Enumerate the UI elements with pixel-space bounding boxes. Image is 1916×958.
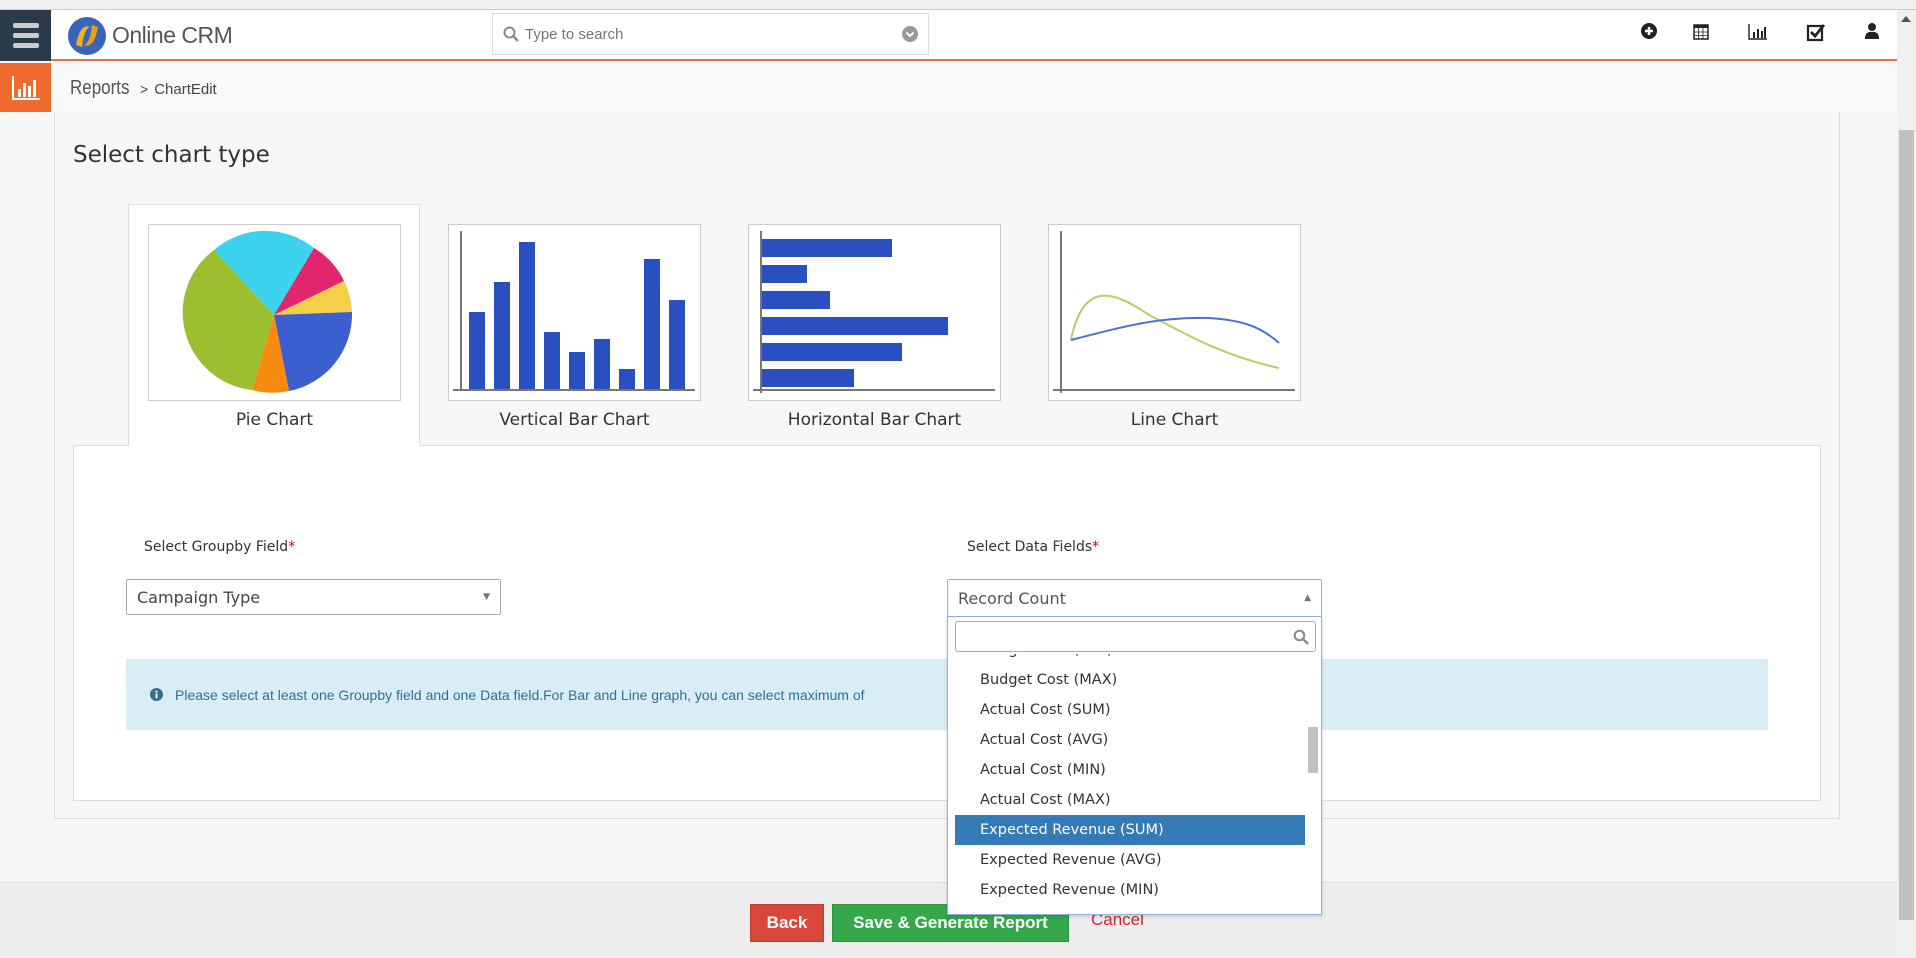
search-icon bbox=[503, 26, 519, 42]
dropdown-option[interactable]: Actual Cost (AVG) bbox=[955, 725, 1305, 755]
groupby-select[interactable]: Campaign Type ▼ bbox=[126, 579, 501, 615]
breadcrumb-separator: > bbox=[140, 81, 149, 97]
breadcrumb: Reports > ChartEdit bbox=[70, 77, 217, 100]
line-chart-thumbnail-icon bbox=[1053, 231, 1295, 393]
dropdown-option-highlighted[interactable]: Expected Revenue (SUM) bbox=[955, 815, 1305, 845]
caret-up-icon: ▲ bbox=[1304, 593, 1311, 603]
tab-vertical-bar-chart[interactable] bbox=[448, 224, 701, 401]
global-search[interactable] bbox=[492, 13, 929, 55]
back-button[interactable]: Back bbox=[750, 904, 824, 942]
scrollbar-thumb[interactable] bbox=[1899, 130, 1914, 920]
chevron-down-icon[interactable] bbox=[902, 26, 918, 42]
logo-icon bbox=[68, 16, 106, 55]
horizontal-bar-chart-thumbnail-icon bbox=[753, 231, 995, 393]
scroll-up-arrow-icon[interactable] bbox=[1901, 16, 1911, 22]
data-fields-label: Select Data Fields* bbox=[967, 539, 1100, 555]
page-title: Select chart type bbox=[73, 142, 270, 168]
dropdown-option[interactable]: Budget Cost (MIN) bbox=[955, 654, 1305, 665]
pie-chart-thumbnail-icon bbox=[182, 230, 353, 393]
dropdown-option[interactable]: Actual Cost (MIN) bbox=[955, 755, 1305, 785]
dropdown-options: Budget Cost (MIN) Budget Cost (MAX) Actu… bbox=[955, 654, 1305, 914]
data-fields-select[interactable]: Record Count ▲ bbox=[947, 579, 1322, 617]
top-header: Online CRM bbox=[0, 10, 1897, 61]
checkbox-icon[interactable] bbox=[1804, 22, 1828, 46]
tab-horizontal-bar-chart[interactable] bbox=[748, 224, 1001, 401]
breadcrumb-current: ChartEdit bbox=[154, 81, 217, 98]
caret-down-icon: ▼ bbox=[483, 592, 490, 602]
search-icon bbox=[1293, 629, 1309, 645]
dropdown-search-input[interactable] bbox=[955, 621, 1316, 652]
tab-label: Horizontal Bar Chart bbox=[787, 410, 962, 430]
reports-module-icon[interactable] bbox=[0, 63, 51, 112]
dropdown-option[interactable]: Expected Revenue (MIN) bbox=[955, 875, 1305, 905]
breadcrumb-bar: Reports > ChartEdit bbox=[0, 63, 1897, 112]
dropdown-option[interactable]: Actual Cost (SUM) bbox=[955, 695, 1305, 725]
info-icon bbox=[150, 688, 163, 701]
hamburger-menu-icon[interactable] bbox=[0, 10, 51, 61]
logo[interactable]: Online CRM bbox=[66, 13, 233, 58]
data-fields-selected-value: Record Count bbox=[958, 588, 1066, 608]
dropdown-option[interactable]: Budget Cost (MAX) bbox=[955, 665, 1305, 695]
tab-label: Line Chart bbox=[1130, 410, 1219, 430]
plus-circle-icon[interactable] bbox=[1637, 22, 1661, 46]
dropdown-scrollbar-thumb[interactable] bbox=[1308, 727, 1318, 773]
groupby-label: Select Groupby Field* bbox=[144, 539, 296, 555]
groupby-selected-value: Campaign Type bbox=[137, 587, 261, 607]
calendar-icon[interactable] bbox=[1689, 22, 1713, 46]
tab-label: Pie Chart bbox=[235, 410, 314, 430]
dropdown-option[interactable]: Actual Cost (MAX) bbox=[955, 785, 1305, 815]
vertical-bar-chart-thumbnail-icon bbox=[453, 231, 695, 391]
search-input[interactable] bbox=[525, 25, 896, 43]
breadcrumb-reports-link[interactable]: Reports bbox=[70, 77, 130, 100]
data-fields-dropdown: Budget Cost (MIN) Budget Cost (MAX) Actu… bbox=[947, 617, 1322, 915]
dropdown-option[interactable]: Expected Revenue (AVG) bbox=[955, 845, 1305, 875]
tab-line-chart[interactable] bbox=[1048, 224, 1301, 401]
tab-pie-chart[interactable] bbox=[148, 224, 401, 401]
tab-label: Vertical Bar Chart bbox=[499, 410, 650, 430]
user-icon[interactable] bbox=[1860, 22, 1884, 46]
bar-chart-icon[interactable] bbox=[1746, 22, 1770, 46]
alert-text: Please select at least one Groupby field… bbox=[175, 686, 865, 703]
browser-strip bbox=[0, 0, 1916, 10]
